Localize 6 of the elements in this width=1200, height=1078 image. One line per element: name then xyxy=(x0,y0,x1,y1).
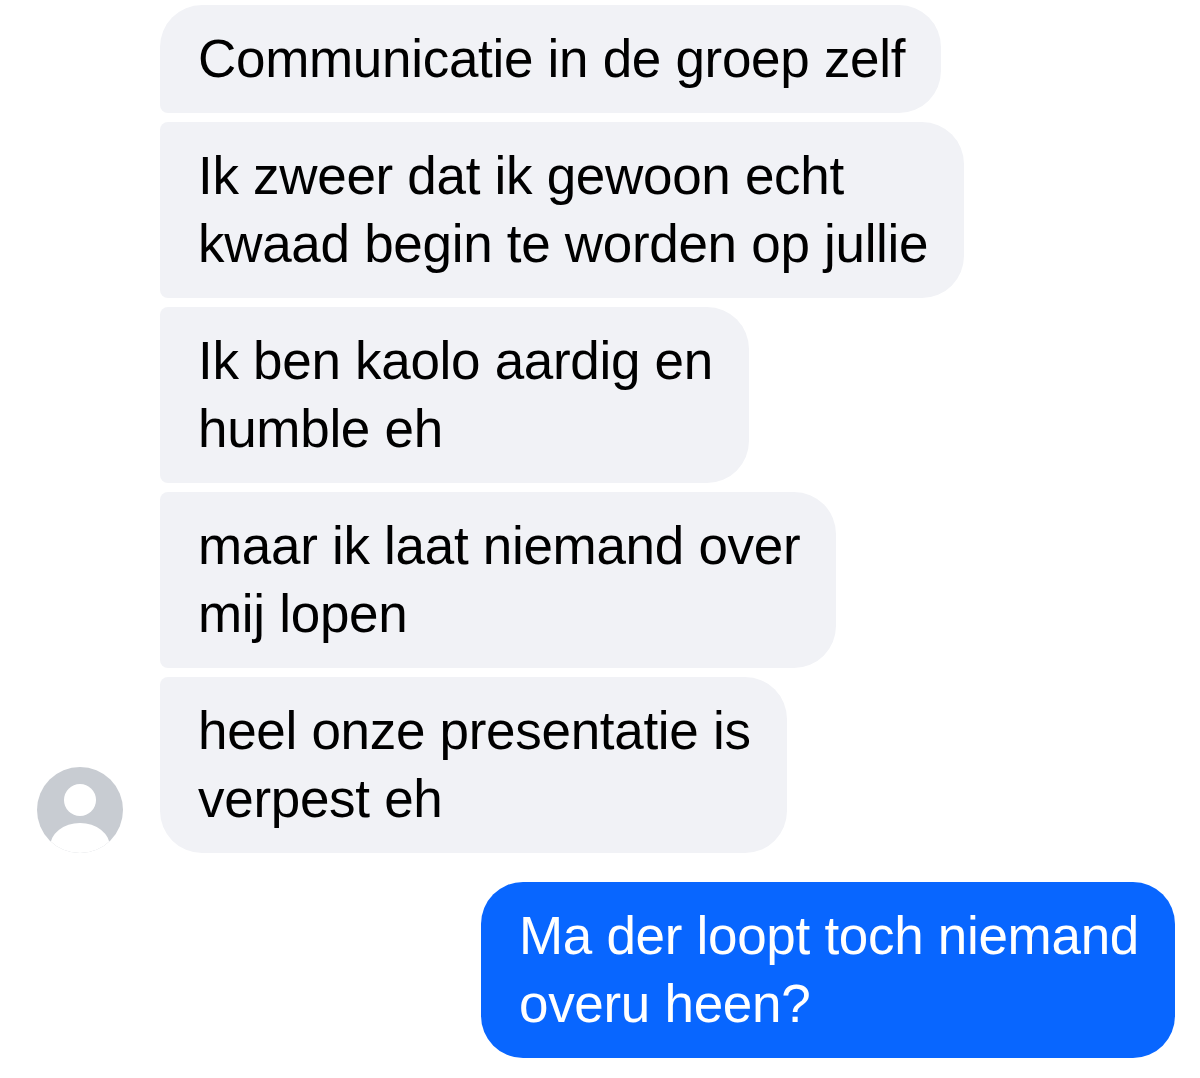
received-message: Communicatie in de groep zelf xyxy=(160,5,942,113)
received-message: Ik zweer dat ik gewoon echt kwaad begin te worden op jullie xyxy=(160,122,965,298)
received-message: Ik ben kaolo aardig en humble eh xyxy=(160,307,749,483)
received-message: heel onze presentatie is verpest eh xyxy=(160,677,787,853)
sent-message: Ma der loopt toch niemand overu heen? xyxy=(480,882,1175,1058)
received-message: maar ik laat niemand over mij lopen xyxy=(160,492,837,668)
